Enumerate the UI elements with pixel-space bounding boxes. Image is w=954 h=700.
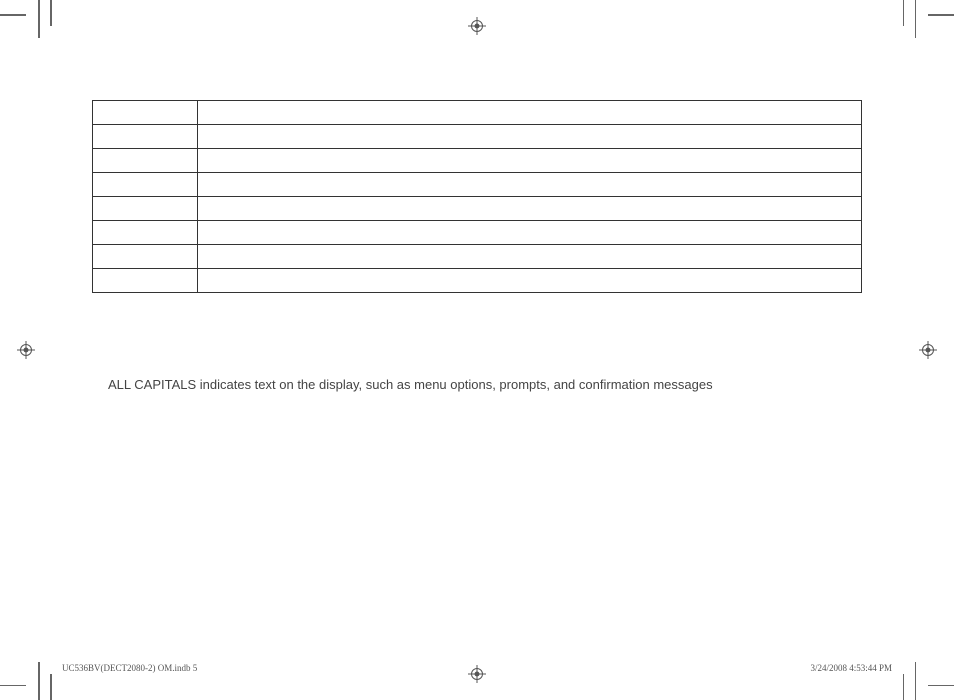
- crop-mark: [915, 662, 917, 700]
- registration-mark-icon: [17, 341, 35, 359]
- crop-mark: [38, 662, 40, 700]
- table-row: [93, 173, 862, 197]
- table-row: [93, 197, 862, 221]
- page-content: ALL CAPITALS indicates text on the displ…: [92, 100, 862, 640]
- crop-mark: [928, 14, 954, 16]
- crop-mark: [0, 14, 26, 16]
- footer-right: 3/24/2008 4:53:44 PM: [810, 663, 892, 673]
- registration-mark-icon: [468, 17, 486, 35]
- content-table: [92, 100, 862, 293]
- crop-mark: [903, 0, 905, 26]
- table-row: [93, 149, 862, 173]
- crop-mark: [915, 0, 917, 38]
- crop-mark: [903, 674, 905, 700]
- table-row: [93, 245, 862, 269]
- table-row: [93, 125, 862, 149]
- table-row: [93, 221, 862, 245]
- crop-mark: [0, 685, 26, 687]
- registration-mark-icon: [919, 341, 937, 359]
- footer: UC536BV(DECT2080-2) OM.indb 5 3/24/2008 …: [62, 663, 892, 673]
- crop-mark: [38, 0, 40, 38]
- table-row: [93, 101, 862, 125]
- table-row: [93, 269, 862, 293]
- body-paragraph: ALL CAPITALS indicates text on the displ…: [92, 377, 862, 392]
- footer-left: UC536BV(DECT2080-2) OM.indb 5: [62, 663, 197, 673]
- crop-mark: [50, 0, 52, 26]
- crop-mark: [928, 685, 954, 687]
- crop-mark: [50, 674, 52, 700]
